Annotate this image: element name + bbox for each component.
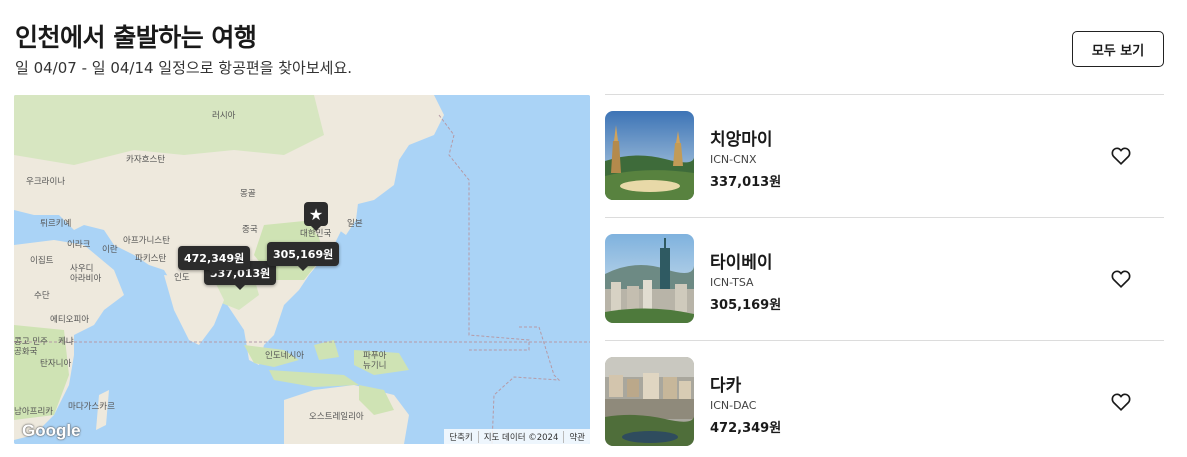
destination-name: 다카 (710, 376, 742, 396)
map-label-kenya: 케냐 (58, 337, 74, 347)
map-label-madagascar: 마다가스카르 (68, 402, 115, 412)
destination-route: ICN-DAC (710, 399, 757, 412)
page-title: 인천에서 출발하는 여행 (15, 23, 257, 52)
destination-image-chiang-mai (605, 111, 694, 200)
map-label-mongolia: 몽골 (240, 189, 256, 199)
map-label-iraq: 이라크 (67, 240, 91, 250)
map-label-russia: 러시아 (212, 111, 236, 121)
map-label-south-africa: 남아프리카 (14, 407, 54, 417)
map-label-drc: 콩고 민주 공화국 (14, 337, 48, 357)
destination-card-chiang-mai[interactable]: 치앙마이 ICN-CNX 337,013원 (605, 95, 1164, 217)
map-data-text: 지도 데이터 ©2024 (477, 430, 564, 443)
map-label-tanzania: 탄자니아 (40, 359, 72, 369)
heart-icon[interactable] (1110, 145, 1132, 167)
destination-price: 305,169원 (710, 298, 782, 313)
google-logo: Google (22, 421, 81, 440)
destination-route: ICN-TSA (710, 276, 754, 289)
map-label-ukraine: 우크라이나 (26, 177, 66, 187)
map-attribution: 단축키 지도 데이터 ©2024 약관 (444, 429, 590, 444)
map-label-japan: 일본 (347, 219, 363, 229)
destination-list: 치앙마이 ICN-CNX 337,013원 타이베이 ICN-TSA 305,1… (605, 94, 1164, 457)
destination-price: 472,349원 (710, 421, 782, 436)
heart-icon[interactable] (1110, 268, 1132, 290)
map-label-iran: 이란 (102, 245, 118, 255)
map-label-afghanistan: 아프가니스탄 (123, 236, 170, 246)
map-label-indonesia: 인도네시아 (265, 351, 305, 361)
origin-star-icon[interactable]: ★ (304, 202, 328, 231)
destination-image-dhaka (605, 357, 694, 446)
map-label-pakistan: 파키스탄 (135, 254, 167, 264)
map-label-saudi: 사우디 아라비아 (70, 264, 102, 284)
map-label-kazakhstan: 카자흐스탄 (126, 155, 166, 165)
destination-name: 치앙마이 (710, 130, 773, 150)
map-label-china: 중국 (242, 225, 258, 235)
destination-name: 타이베이 (710, 253, 773, 273)
map-terms-link[interactable]: 약관 (563, 430, 590, 443)
destination-route: ICN-CNX (710, 153, 757, 166)
map-label-australia: 오스트레일리아 (309, 412, 364, 422)
see-all-button[interactable]: 모두 보기 (1072, 31, 1164, 67)
map-label-egypt: 이집트 (30, 256, 54, 266)
map-label-india: 인도 (174, 273, 190, 283)
destination-card-taipei[interactable]: 타이베이 ICN-TSA 305,169원 (605, 218, 1164, 340)
price-pin-dhaka[interactable]: 472,349원 (178, 246, 251, 275)
page-subtitle: 일 04/07 - 일 04/14 일정으로 항공편을 찾아보세요. (15, 59, 353, 77)
destination-image-taipei (605, 234, 694, 323)
map-label-ethiopia: 에티오피아 (50, 315, 90, 325)
map-label-sudan: 수단 (34, 291, 50, 301)
destination-price: 337,013원 (710, 175, 782, 190)
map-label-turkey: 튀르키예 (40, 219, 72, 229)
map[interactable]: 러시아 우크라이나 카자흐스탄 몽골 튀르키예 중국 일본 대한민국 이라크 이… (14, 95, 590, 444)
map-label-png: 파푸아 뉴기니 (363, 351, 387, 371)
heart-icon[interactable] (1110, 391, 1132, 413)
destination-card-dhaka[interactable]: 다카 ICN-DAC 472,349원 (605, 341, 1164, 457)
map-shortcuts-link[interactable]: 단축키 (444, 431, 477, 443)
price-pin-taipei[interactable]: 305,169원 (267, 242, 340, 271)
